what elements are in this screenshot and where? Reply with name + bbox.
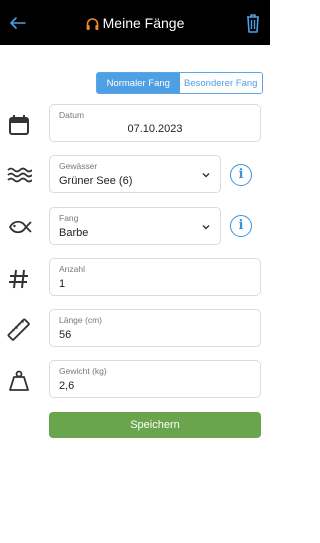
weight-field[interactable]: Gewicht (kg) 2,6 (49, 360, 261, 398)
date-label: Datum (59, 110, 85, 120)
calendar-icon (9, 115, 29, 135)
fish-value: Barbe (59, 227, 89, 239)
weight-label: Gewicht (kg) (59, 366, 107, 376)
length-field[interactable]: Länge (cm) 56 (49, 309, 261, 347)
water-info-button[interactable]: i (230, 164, 252, 186)
water-waves-icon (7, 167, 32, 183)
fish-info-button[interactable]: i (230, 215, 252, 237)
fish-label: Fang (59, 213, 79, 223)
segment-normal-catch[interactable]: Normaler Fang (97, 73, 180, 93)
chevron-down-icon (202, 173, 210, 178)
ruler-icon (7, 318, 30, 341)
trash-icon[interactable] (244, 12, 262, 34)
segment-special-catch[interactable]: Besonderer Fang (179, 73, 262, 93)
page-title-wrap: Meine Fänge (0, 14, 270, 32)
catch-type-segment: Normaler Fang Besonderer Fang (96, 72, 263, 94)
count-label: Anzahl (59, 264, 85, 274)
chevron-down-icon (202, 225, 210, 230)
water-label: Gewässer (59, 161, 98, 171)
water-select[interactable]: Gewässer Grüner See (6) (49, 155, 221, 193)
save-button[interactable]: Speichern (49, 412, 261, 438)
weight-icon (9, 370, 29, 391)
date-value: 07.10.2023 (127, 123, 183, 135)
hash-icon (9, 269, 28, 289)
app-header: Meine Fänge (0, 0, 270, 45)
weight-value: 2,6 (59, 380, 75, 392)
date-field[interactable]: Datum 07.10.2023 (49, 104, 261, 142)
count-field[interactable]: Anzahl 1 (49, 258, 261, 296)
headphones-icon (86, 18, 99, 30)
page-title: Meine Fänge (102, 15, 185, 31)
count-value: 1 (59, 278, 66, 290)
length-value: 56 (59, 329, 72, 341)
length-label: Länge (cm) (59, 315, 102, 325)
water-value: Grüner See (6) (59, 175, 133, 187)
fish-select[interactable]: Fang Barbe (49, 207, 221, 245)
fish-icon (8, 220, 32, 234)
